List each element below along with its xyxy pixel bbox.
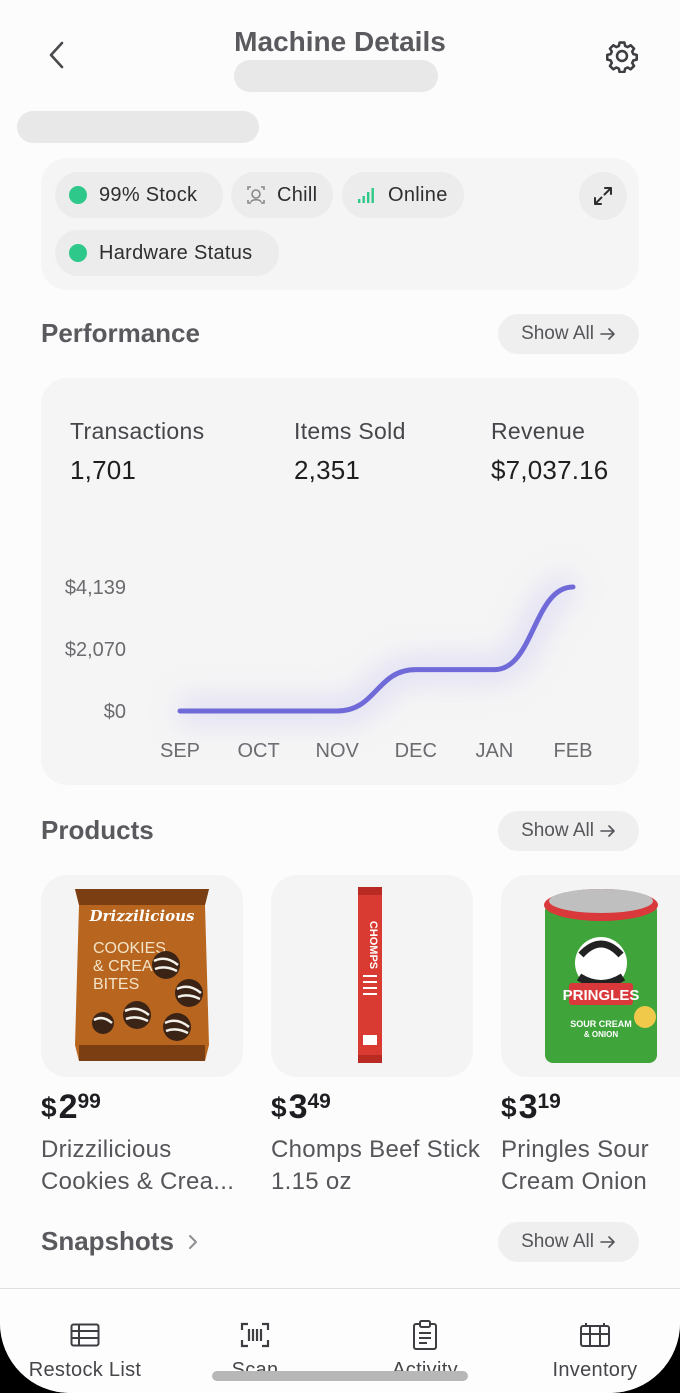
machine-name-placeholder xyxy=(234,60,438,92)
online-chip[interactable]: Online xyxy=(342,172,464,218)
chill-chip[interactable]: Chill xyxy=(231,172,333,218)
online-chip-label: Online xyxy=(388,183,448,206)
product-image: CHOMPS xyxy=(358,887,382,1063)
products-show-all-button[interactable]: Show All xyxy=(498,811,639,851)
settings-button[interactable] xyxy=(602,36,642,76)
hardware-status-chip[interactable]: Hardware Status xyxy=(55,230,279,276)
tab-label: Restock List xyxy=(28,1359,142,1381)
product-price: $3 49 xyxy=(271,1088,331,1126)
x-tick-label: NOV xyxy=(316,740,360,762)
svg-text:PRINGLES: PRINGLES xyxy=(563,987,640,1004)
inventory-icon xyxy=(510,1319,680,1351)
home-indicator xyxy=(212,1371,468,1381)
product-name: Drizzilicious Cookies & Crea... xyxy=(41,1136,235,1195)
snapshots-label: Snapshots xyxy=(41,1226,174,1256)
show-all-label: Show All xyxy=(521,1231,594,1252)
svg-text:BITES: BITES xyxy=(93,976,139,993)
product-card[interactable]: CHOMPS xyxy=(271,875,473,1077)
temperature-icon xyxy=(245,184,267,206)
expand-icon xyxy=(594,187,612,205)
expand-button[interactable] xyxy=(579,172,627,220)
svg-text:& ONION: & ONION xyxy=(584,1030,618,1039)
location-placeholder xyxy=(17,111,259,143)
svg-text:COOKIES: COOKIES xyxy=(93,940,166,957)
performance-title: Performance xyxy=(41,318,200,348)
tab-restock-list[interactable]: Restock List xyxy=(0,1319,170,1382)
y-tick-label: $4,139 xyxy=(65,577,126,599)
stock-chip-label: 99% Stock xyxy=(99,183,198,206)
product-name: Chomps Beef Stick 1.15 oz xyxy=(271,1136,481,1195)
arrow-right-icon xyxy=(600,825,615,837)
svg-text:Drizzilicious: Drizzilicious xyxy=(89,907,195,925)
y-tick-label: $2,070 xyxy=(65,639,126,661)
snapshots-show-all-button[interactable]: Show All xyxy=(498,1222,639,1262)
svg-text:SOUR CREAM: SOUR CREAM xyxy=(570,1019,632,1029)
show-all-label: Show All xyxy=(521,323,594,344)
revenue-chart: $4,139 $2,070 $0 SEP OCT NOV DEC JAN FEB xyxy=(65,574,593,762)
arrow-right-icon xyxy=(600,328,615,340)
snapshots-title[interactable]: Snapshots xyxy=(41,1226,198,1257)
x-tick-label: OCT xyxy=(237,740,279,762)
header: Machine Details xyxy=(0,0,680,100)
x-tick-label: SEP xyxy=(160,740,200,762)
x-tick-label: FEB xyxy=(554,740,593,762)
scan-icon xyxy=(170,1319,340,1351)
svg-text:CHOMPS: CHOMPS xyxy=(367,921,379,969)
product-image: PRINGLES SOUR CREAM & ONION xyxy=(544,889,658,1063)
performance-card: Transactions 1,701 Items Sold 2,351 Reve… xyxy=(41,378,639,785)
page-title: Machine Details xyxy=(234,26,446,57)
tab-label: Inventory xyxy=(552,1359,638,1381)
green-dot-icon xyxy=(69,186,87,204)
x-tick-label: JAN xyxy=(476,740,514,762)
signal-icon xyxy=(356,184,378,206)
clipboard-icon xyxy=(340,1319,510,1351)
product-image: Drizzilicious COOKIES & CREAM BITES xyxy=(75,889,209,1061)
phone-screen: Machine Details 99% Stock Chill Online H… xyxy=(0,0,680,1393)
green-dot-icon xyxy=(69,244,87,262)
y-tick-label: $0 xyxy=(104,701,126,723)
gear-icon xyxy=(605,41,639,73)
stock-chip[interactable]: 99% Stock xyxy=(55,172,223,218)
x-tick-label: DEC xyxy=(395,740,437,762)
product-price: $3 19 xyxy=(501,1088,561,1126)
chill-chip-label: Chill xyxy=(277,183,318,206)
product-card[interactable]: PRINGLES SOUR CREAM & ONION xyxy=(501,875,680,1077)
tab-inventory[interactable]: Inventory xyxy=(510,1319,680,1382)
products-title: Products xyxy=(41,815,154,845)
hardware-status-label: Hardware Status xyxy=(99,241,253,264)
product-card[interactable]: Drizzilicious COOKIES & CREAM BITES xyxy=(41,875,243,1077)
status-card: 99% Stock Chill Online Hardware Status xyxy=(41,158,639,290)
arrow-right-icon xyxy=(600,1236,615,1248)
show-all-label: Show All xyxy=(521,820,594,841)
chevron-right-icon xyxy=(188,1234,197,1249)
list-icon xyxy=(0,1319,170,1351)
performance-show-all-button[interactable]: Show All xyxy=(498,314,639,354)
product-price: $2 99 xyxy=(41,1088,101,1126)
product-name: Pringles Sour Cream Onion xyxy=(501,1136,649,1195)
